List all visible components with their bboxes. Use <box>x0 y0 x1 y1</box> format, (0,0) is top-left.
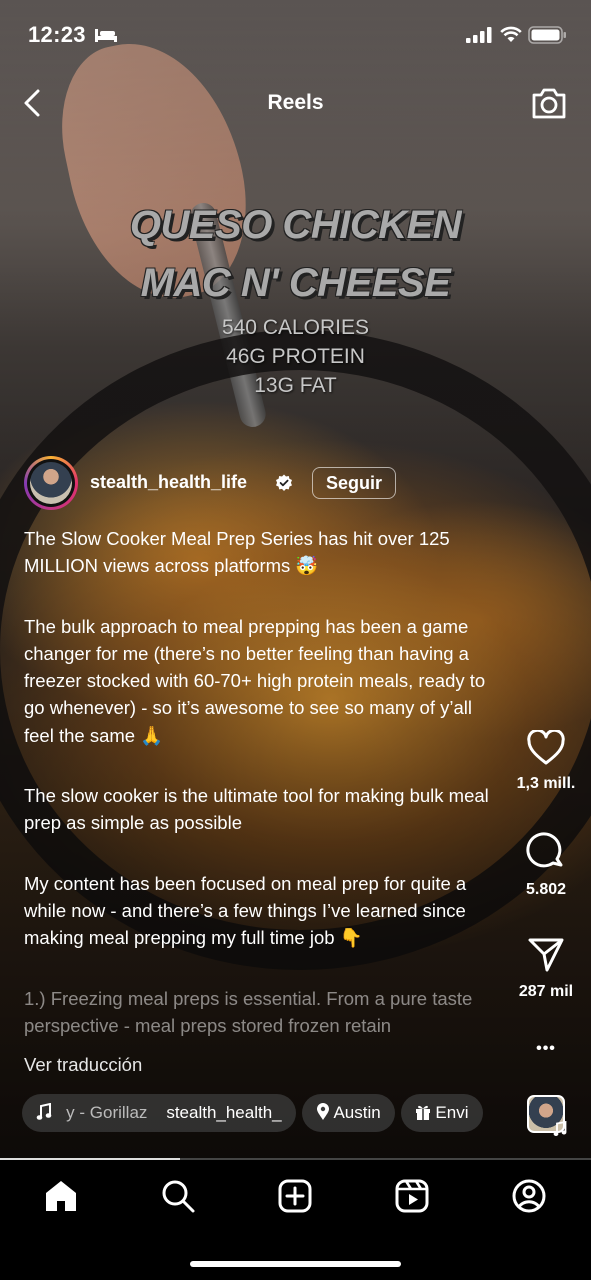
gift-icon <box>415 1105 430 1120</box>
top-bar: Reels <box>0 80 591 126</box>
caption-paragraph: The bulk approach to meal prepping has b… <box>24 615 486 746</box>
more-options-icon[interactable]: ••• <box>506 1040 586 1058</box>
status-bar: 12:23 <box>0 0 591 70</box>
overlay-stat: 540 CALORIES <box>221 316 370 339</box>
caption-paragraph: The slow cooker is the ultimate tool for… <box>24 785 489 834</box>
avatar-image <box>30 462 72 504</box>
music-author: stealth_health_ <box>166 1103 282 1122</box>
author-row: stealth_health_life Seguir <box>24 456 444 512</box>
follow-button[interactable]: Seguir <box>312 467 396 499</box>
music-chip[interactable]: y - Gorillaz stealth_health_ <box>22 1094 296 1132</box>
comment-count: 5.802 <box>525 881 567 898</box>
reels-icon[interactable] <box>394 1178 430 1214</box>
search-icon[interactable] <box>160 1178 196 1214</box>
caption-paragraph: The Slow Cooker Meal Prep Series has hit… <box>24 528 450 577</box>
profile-icon[interactable] <box>511 1178 547 1214</box>
comment-action[interactable]: 5.802 <box>506 832 586 899</box>
video-overlay-stats: 540 CALORIES 46G PROTEIN 13G FAT <box>0 313 591 400</box>
like-action[interactable]: 1,3 mill. <box>506 728 586 793</box>
sleep-mode-icon <box>95 29 117 42</box>
caption-paragraph: My content has been focused on meal prep… <box>24 872 467 949</box>
cellular-signal-icon <box>466 27 492 43</box>
share-action[interactable]: 287 mil <box>506 936 586 1001</box>
caption-truncated: 1.) Freezing meal preps is essential. Fr… <box>24 987 473 1036</box>
avatar[interactable] <box>24 456 78 510</box>
overlay-stat: 13G FAT <box>254 374 337 397</box>
music-note-icon <box>553 1121 567 1136</box>
video-overlay-title: QUESO CHICKEN MAC N' CHEESE <box>0 196 591 312</box>
info-chips: y - Gorillaz stealth_health_ Austin Envi <box>22 1094 502 1132</box>
share-icon[interactable] <box>526 936 566 974</box>
music-title: y - Gorillaz <box>66 1103 148 1122</box>
location-label: Austin <box>333 1103 381 1122</box>
overlay-title-line: MAC N' CHEESE <box>140 261 451 305</box>
gift-chip[interactable]: Envi <box>400 1094 483 1132</box>
battery-icon <box>528 26 566 44</box>
status-time: 12:23 <box>28 22 86 47</box>
camera-icon[interactable] <box>530 86 568 120</box>
home-icon[interactable] <box>43 1178 79 1214</box>
music-note-icon <box>36 1102 52 1120</box>
see-translation-link[interactable]: Ver traducción <box>24 1054 142 1076</box>
home-indicator <box>190 1261 401 1267</box>
username[interactable]: stealth_health_life <box>90 472 247 493</box>
like-count: 1,3 mill. <box>516 775 576 792</box>
share-count: 287 mil <box>518 983 574 1000</box>
location-chip[interactable]: Austin <box>301 1094 395 1132</box>
heart-icon[interactable] <box>526 728 566 766</box>
location-pin-icon <box>316 1103 329 1120</box>
gift-label: Envi <box>435 1103 469 1122</box>
caption[interactable]: The Slow Cooker Meal Prep Series has hit… <box>24 525 504 1039</box>
overlay-title-line: QUESO CHICKEN <box>129 203 462 247</box>
wifi-icon <box>500 26 522 42</box>
page-title: Reels <box>267 91 324 114</box>
create-icon[interactable] <box>277 1178 313 1214</box>
overlay-stat: 46G PROTEIN <box>226 345 365 368</box>
verified-badge-icon <box>276 474 292 491</box>
comment-icon[interactable] <box>526 832 566 872</box>
